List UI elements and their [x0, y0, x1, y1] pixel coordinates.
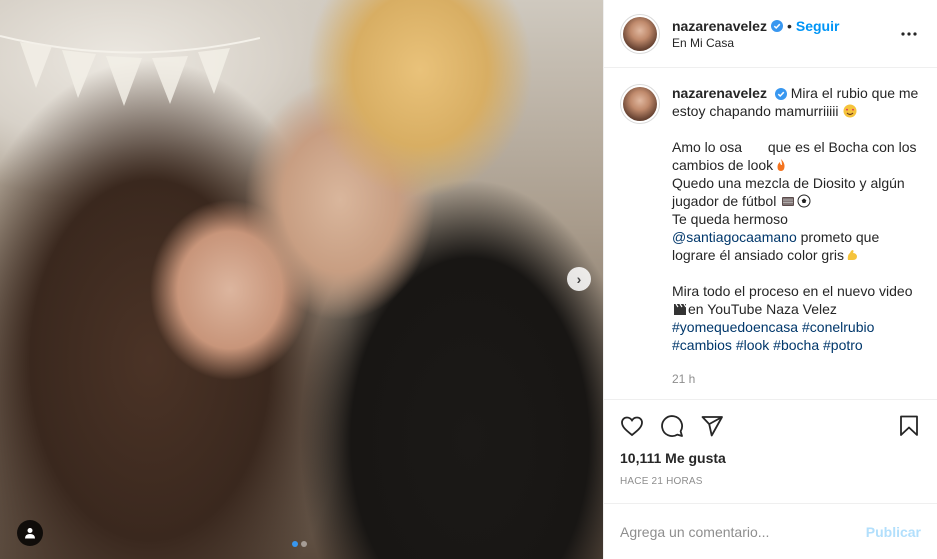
- soccer-ball-emoji-icon: [797, 194, 811, 208]
- instagram-post: › nazarenavelez • Seguir En Mi Casa naza…: [0, 0, 937, 559]
- separator-dot: •: [786, 17, 792, 34]
- slide-indicator-dot: [301, 541, 307, 547]
- heart-eyes-emoji-icon: [843, 104, 857, 118]
- follow-button[interactable]: Seguir: [796, 18, 840, 34]
- comment-button[interactable]: [660, 406, 700, 446]
- mention-link[interactable]: @santiagocaamano: [672, 229, 797, 245]
- verified-badge-icon: [770, 19, 783, 32]
- header-line: nazarenavelez • Seguir: [672, 18, 897, 34]
- caption-text-line6: Mira todo el proceso en el nuevo video: [672, 283, 913, 299]
- caption-text-line2a: Amo lo osa: [672, 139, 743, 155]
- hashtag-link[interactable]: #conelrubio: [802, 319, 874, 335]
- post-timestamp[interactable]: HACE 21 HORAS: [620, 476, 921, 503]
- next-slide-button[interactable]: ›: [567, 267, 591, 291]
- hashtag-link[interactable]: #cambios: [672, 337, 732, 353]
- comments-area: nazarenavelez Mira el rubio que me estoy…: [604, 68, 937, 399]
- goal-net-emoji-icon: [782, 197, 795, 206]
- post-header: nazarenavelez • Seguir En Mi Casa: [604, 0, 937, 68]
- paper-plane-icon: [701, 416, 723, 437]
- hashtag-link[interactable]: #yomequedoencasa: [672, 319, 798, 335]
- fire-emoji-icon: [777, 159, 785, 171]
- caption-text-line6b: en YouTube Naza Velez: [688, 301, 837, 317]
- user-tags-button[interactable]: [17, 520, 43, 546]
- likes-count[interactable]: 10,111 Me gusta: [620, 450, 921, 466]
- avatar[interactable]: [620, 13, 660, 54]
- verified-badge-icon: [774, 88, 787, 101]
- post-comment-button[interactable]: Publicar: [866, 524, 921, 540]
- hashtag-link[interactable]: #bocha: [773, 337, 819, 353]
- comment-bubble-icon: [661, 415, 683, 437]
- caption-text-line4: Te queda hermoso: [672, 211, 788, 227]
- location-link[interactable]: En Mi Casa: [672, 36, 897, 50]
- post-photo[interactable]: ›: [0, 0, 603, 559]
- chevron-right-icon: ›: [576, 271, 582, 287]
- bookmark-icon: [900, 415, 918, 436]
- avatar-image: [623, 87, 657, 121]
- hashtag-link[interactable]: #look: [736, 337, 769, 353]
- avatar[interactable]: [620, 84, 660, 124]
- caption-age[interactable]: 21 h: [672, 370, 921, 388]
- action-icons: [620, 406, 921, 446]
- like-button[interactable]: [620, 406, 660, 446]
- header-text: nazarenavelez • Seguir En Mi Casa: [672, 18, 897, 50]
- slide-indicator-dot: [292, 541, 298, 547]
- bunting-decoration: [0, 35, 260, 106]
- avatar-image: [623, 16, 657, 51]
- post-details-panel: nazarenavelez • Seguir En Mi Casa nazare…: [603, 0, 937, 559]
- save-button[interactable]: [881, 406, 921, 446]
- caption-username[interactable]: nazarenavelez: [672, 85, 767, 101]
- caption: nazarenavelez Mira el rubio que me estoy…: [620, 84, 921, 388]
- heart-icon: [621, 416, 643, 437]
- flexed-biceps-emoji-icon: [847, 250, 857, 260]
- clapper-board-emoji-icon: [674, 303, 687, 315]
- share-button[interactable]: [700, 406, 740, 446]
- caption-body: nazarenavelez Mira el rubio que me estoy…: [672, 84, 921, 388]
- hashtag-link[interactable]: #potro: [823, 337, 863, 353]
- comment-input[interactable]: [620, 523, 866, 540]
- more-options-icon[interactable]: [897, 22, 921, 46]
- username-link[interactable]: nazarenavelez: [672, 18, 767, 34]
- person-icon: [25, 528, 35, 539]
- actions-section: 10,111 Me gusta HACE 21 HORAS: [604, 399, 937, 503]
- comment-form: Publicar: [604, 503, 937, 559]
